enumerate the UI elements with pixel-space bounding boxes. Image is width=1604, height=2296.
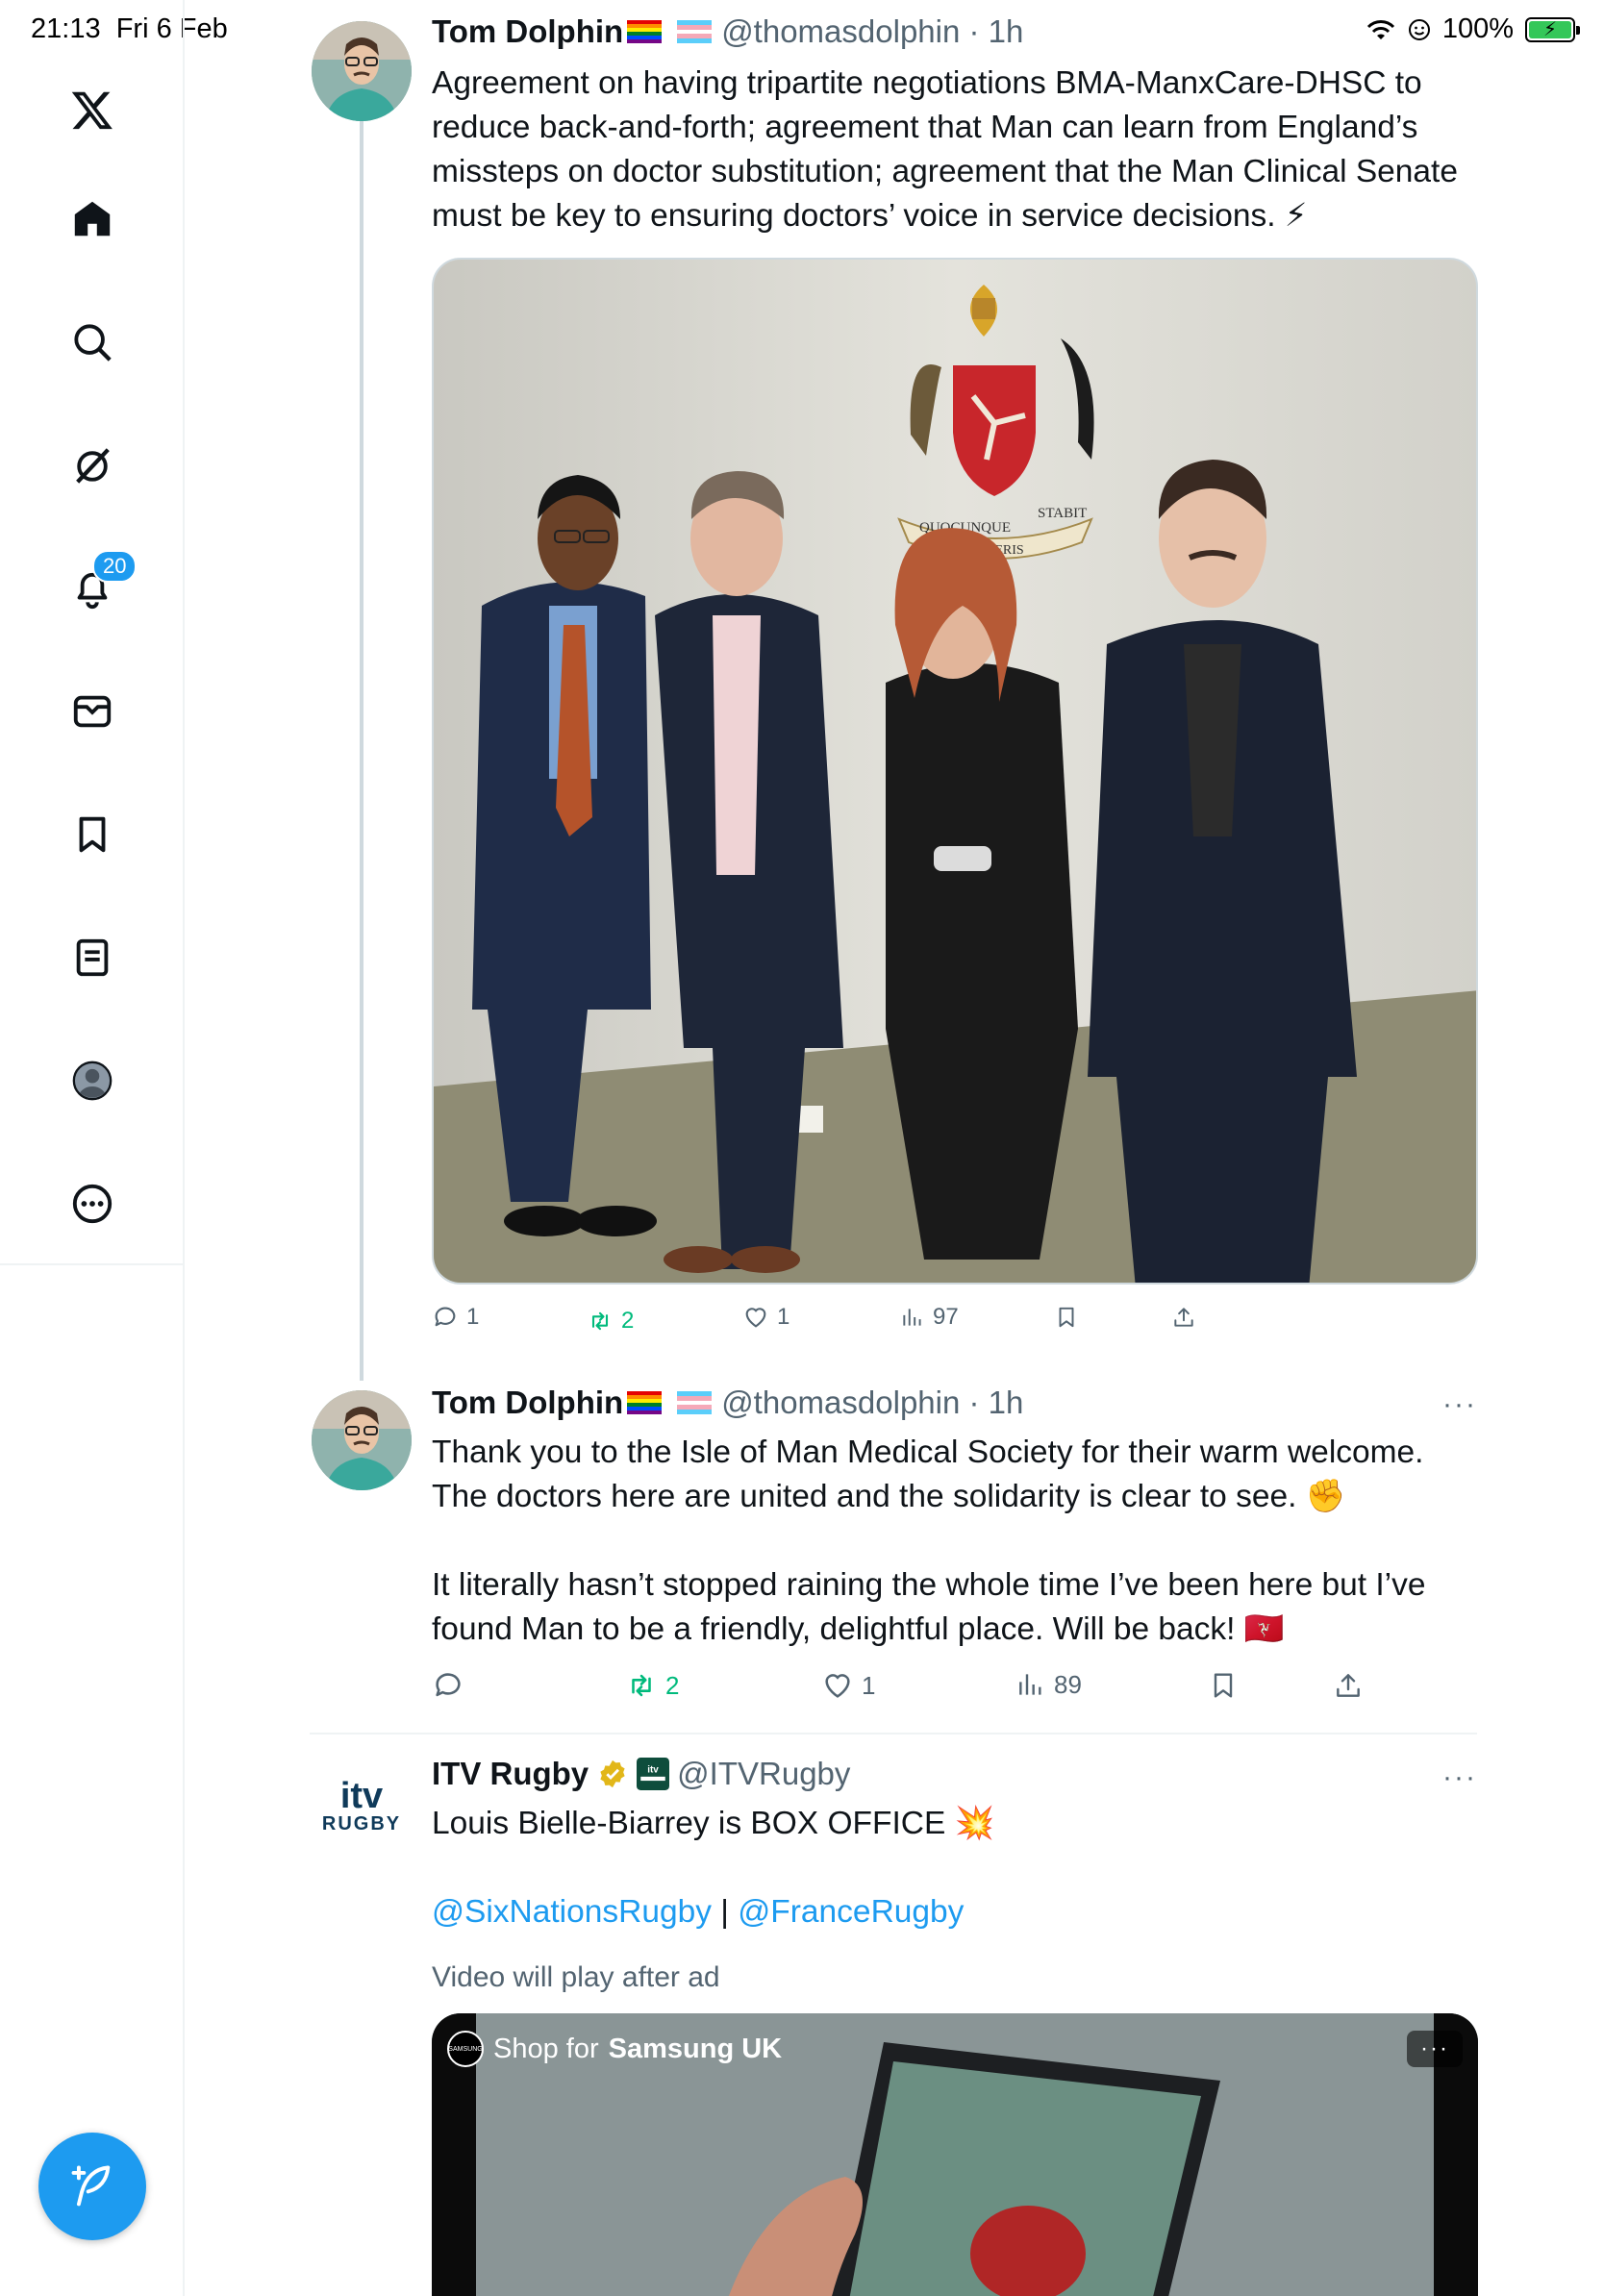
battery-percent: 100% [1441,13,1514,44]
author-handle[interactable]: @thomasdolphin [721,13,960,50]
tweet-divider [310,1733,1477,1734]
trans-flag-icon [677,20,713,43]
mention-sixnationsrugby[interactable]: @SixNationsRugby [432,1894,712,1930]
charging-bolt-icon: ⚡ [1542,18,1558,40]
svg-text:itv: itv [647,1765,659,1776]
mention-francerugby[interactable]: @FranceRugby [738,1894,964,1930]
author-handle[interactable]: @thomasdolphin [721,1385,960,1421]
samsung-logo-icon: SAMSUNG [447,2031,484,2067]
ad-label[interactable]: SAMSUNG Shop for Samsung UK [447,2031,782,2067]
trans-flag-icon [677,1391,713,1414]
bookmark-icon [1214,1673,1233,1698]
itv-logo-text: itv [339,1776,384,1816]
rugby-logo-text: RUGBY [321,1813,402,1834]
bookmark-icon [1059,1307,1074,1328]
list-icon[interactable] [58,923,127,992]
share-button[interactable] [1171,1304,1196,1331]
compose-button[interactable] [38,2133,146,2240]
reply-count: 1 [466,1304,480,1330]
tweet-1-text: Agreement on having tripartite negotiati… [432,65,1458,234]
tweet-3-mentions: @SixNationsRugby | @FranceRugby [432,1890,1480,1934]
thread-connector-line [360,121,363,1381]
compose-feather-icon [71,2165,111,2207]
verified-gold-icon [600,1759,625,1788]
tweet-2-text-paragraph-2: It literally hasn’t stopped raining the … [432,1567,1426,1647]
crest-motto-right: STABIT [1038,506,1087,521]
like-button[interactable]: 1 [742,1304,789,1331]
sidebar-divider [0,1263,185,1265]
wifi-icon [1366,19,1394,39]
reply-button[interactable]: 1 [432,1304,479,1331]
analytics-icon [903,1309,921,1326]
video-more-icon[interactable]: ··· [1407,2031,1463,2067]
profile-icon[interactable] [58,1046,127,1115]
status-indicators: 100% ⚡ [1366,13,1580,45]
ad-prefix: Shop for [493,2033,599,2064]
views-count: 89 [1054,1669,1082,1699]
reply-icon [436,1673,461,1697]
repost-button[interactable]: 2 [625,1669,679,1702]
tweet-2-header: Tom Dolphin @thomasdolphin · 1h [432,1385,1023,1421]
reply-button[interactable] [432,1669,472,1702]
like-count: 1 [777,1304,790,1330]
tweet-1-header: Tom Dolphin @thomasdolphin · 1h [432,13,1023,50]
dot-separator-icon: · [960,1385,989,1420]
heart-icon [825,1674,850,1698]
repost-count: 2 [621,1308,635,1334]
grok-icon[interactable] [58,431,127,500]
views-button[interactable]: 97 [900,1304,959,1331]
like-count: 1 [862,1670,876,1700]
tweet-3-header: ITV Rugby itv @ITVRugby [432,1756,850,1792]
avatar-tom-dolphin[interactable] [312,1390,412,1490]
reply-icon [435,1307,456,1327]
pride-flag-icon [627,20,663,43]
author-name[interactable]: Tom Dolphin [432,13,623,50]
like-button[interactable]: 1 [821,1669,875,1702]
share-button[interactable] [1333,1669,1364,1702]
sidebar: 20 [0,0,185,2296]
pride-flag-icon [627,1391,663,1414]
dot-separator-icon: · [960,13,989,49]
repost-count: 2 [665,1670,680,1700]
author-name[interactable]: Tom Dolphin [432,1385,623,1421]
ad-brand: Samsung UK [608,2033,783,2064]
envelope-icon[interactable] [58,677,127,746]
group-photo-image: QUOCUNQUE JECERIS STABIT [434,260,1476,1283]
more-circle-icon[interactable] [58,1169,127,1238]
mention-separator: | [720,1894,729,1930]
author-handle[interactable]: @ITVRugby [677,1756,850,1792]
heart-icon [745,1308,766,1328]
itv-football-affiliate-icon: itv [637,1758,670,1790]
x-logo-icon[interactable] [58,75,127,144]
analytics-icon [1019,1674,1041,1695]
bookmark-button[interactable] [1208,1669,1239,1702]
tweet-2-text-paragraph-1: Thank you to the Isle of Man Medical Soc… [432,1435,1424,1514]
views-count: 97 [933,1304,959,1330]
focus-smiley-icon [1408,18,1430,40]
tweet-time[interactable]: 1h [989,13,1024,50]
video-player[interactable]: SAMSUNG Shop for Samsung UK ··· [432,2013,1478,2296]
repost-icon [632,1674,651,1697]
tweet-1-photo[interactable]: QUOCUNQUE JECERIS STABIT [432,258,1478,1285]
author-name[interactable]: ITV Rugby [432,1756,589,1792]
views-button[interactable]: 89 [1015,1669,1082,1700]
repost-icon [591,1311,609,1331]
avatar-tom-dolphin[interactable] [312,21,412,121]
video-caption: Video will play after ad [432,1961,720,1993]
share-icon [1337,1674,1360,1697]
battery-icon: ⚡ [1525,16,1580,42]
repost-button[interactable]: 2 [587,1308,634,1335]
tweet-3-more-icon[interactable]: ··· [1442,1761,1477,1794]
itv-rugby-avatar[interactable]: itv RUGBY [317,1776,406,1835]
home-icon[interactable] [58,185,127,254]
share-icon [1174,1308,1193,1327]
tweet-2-more-icon[interactable]: ··· [1442,1388,1477,1421]
tweet-time[interactable]: 1h [989,1385,1024,1421]
bookmark-icon[interactable] [58,800,127,869]
search-icon[interactable] [58,308,127,377]
bell-icon[interactable]: 20 [58,550,138,623]
notifications-badge: 20 [92,550,138,583]
tweet-3-text: Louis Bielle-Biarrey is BOX OFFICE 💥 [432,1806,995,1841]
bookmark-button[interactable] [1054,1304,1079,1331]
